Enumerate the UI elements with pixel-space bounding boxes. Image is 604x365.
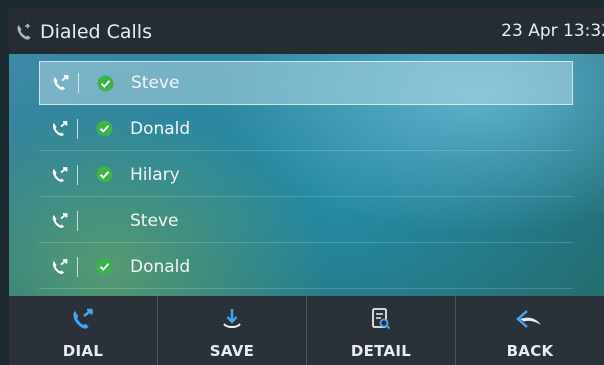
contact-name: Donald (130, 118, 191, 139)
answered-check-icon (78, 258, 130, 275)
outgoing-call-icon (43, 212, 77, 230)
title-bar: Dialed Calls 23 Apr 13:32 (9, 9, 604, 54)
dial-label: DIAL (62, 342, 104, 360)
dial-button[interactable]: DIAL (9, 296, 158, 365)
call-row[interactable]: Donald (39, 107, 573, 151)
contact-name: Donald (130, 256, 191, 277)
date-time: 23 Apr 13:32 (501, 21, 604, 41)
outgoing-call-icon (44, 74, 78, 92)
answered-check-icon (79, 75, 131, 92)
outgoing-call-icon (43, 120, 77, 138)
answered-check-icon (78, 120, 130, 137)
back-button[interactable]: BACK (456, 296, 604, 365)
save-icon (218, 300, 246, 338)
softkey-bar: DIAL SAVE DETAIL BACK (9, 296, 604, 365)
phone-screen: Dialed Calls 23 Apr 13:32 Steve Donald H… (9, 9, 604, 365)
detail-button[interactable]: DETAIL (307, 296, 456, 365)
contact-name: Steve (130, 210, 179, 231)
answered-check-icon (78, 166, 130, 183)
call-history-icon (15, 23, 37, 41)
outgoing-call-icon (43, 166, 77, 184)
call-list: Steve Donald Hilary Steve Donald (9, 54, 604, 296)
detail-label: DETAIL (350, 342, 412, 360)
call-row[interactable]: Donald (39, 245, 573, 289)
detail-icon (368, 300, 394, 338)
contact-name: Steve (131, 73, 180, 93)
outgoing-call-icon (43, 258, 77, 276)
page-title: Dialed Calls (40, 20, 152, 43)
divider (77, 210, 78, 231)
contact-name: Hilary (130, 164, 180, 185)
save-label: SAVE (209, 342, 255, 360)
back-label: BACK (506, 342, 554, 360)
call-row[interactable]: Steve (39, 199, 573, 243)
call-row[interactable]: Hilary (39, 153, 573, 197)
back-icon (515, 300, 545, 338)
dial-icon (69, 300, 97, 338)
call-row[interactable]: Steve (39, 61, 573, 105)
save-button[interactable]: SAVE (158, 296, 307, 365)
